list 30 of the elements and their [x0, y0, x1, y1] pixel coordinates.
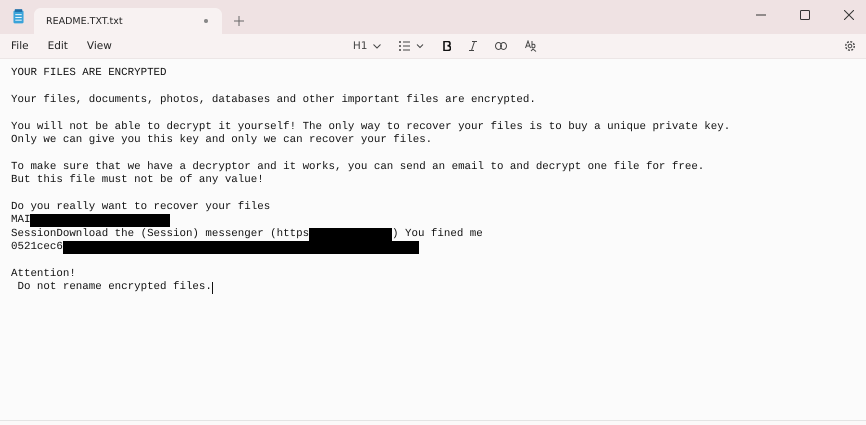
text-line: Your files, documents, photos, databases and other important files are encrypted. [11, 94, 536, 108]
text-line: YOUR FILES ARE ENCRYPTED [11, 67, 167, 80]
text-line: Only we can give you this key and only we can recover your files. [11, 134, 432, 148]
text-line: But this file must not be of any value! [11, 174, 264, 188]
text-line: 0521cec6 [11, 241, 63, 254]
text-line: MAI [11, 214, 30, 228]
spellcheck-icon[interactable] [525, 40, 538, 52]
text-line: ) You fined me [392, 228, 483, 242]
menu-item[interactable]: View [86, 40, 112, 52]
text-line: SessionDownload the (Session) messenger (https [11, 228, 310, 242]
text-line: Do you really want to recover your files [11, 200, 270, 214]
text-line: To make sure that we have a decryptor and it works, you can send an email to and decrypt one file for free. [11, 160, 704, 174]
notepad-icon [13, 9, 24, 24]
italic-icon[interactable] [469, 41, 478, 51]
text-line: Do not rename encrypted files. [16, 281, 212, 295]
menu-item[interactable]: File [11, 40, 29, 52]
list-dropdown-icon[interactable] [399, 41, 426, 51]
text-line: You will not be able to decrypt it yourself! The only way to recover your files is to buy a unique private key. [11, 120, 730, 134]
text-line: Attention! [11, 268, 76, 282]
settings-icon[interactable] [844, 40, 856, 52]
file-tab[interactable]: README.TXT.txt [34, 8, 222, 34]
close-icon[interactable] [844, 10, 854, 20]
menu-item[interactable]: Edit [48, 40, 68, 52]
text-cursor [212, 282, 213, 294]
bold-icon[interactable] [443, 41, 452, 51]
caret-icon[interactable] [373, 44, 382, 48]
link-icon[interactable] [495, 42, 508, 50]
maximize-icon[interactable] [800, 10, 810, 20]
new-tab-icon[interactable] [234, 16, 244, 26]
heading-dropdown[interactable]: H1 [352, 40, 382, 52]
